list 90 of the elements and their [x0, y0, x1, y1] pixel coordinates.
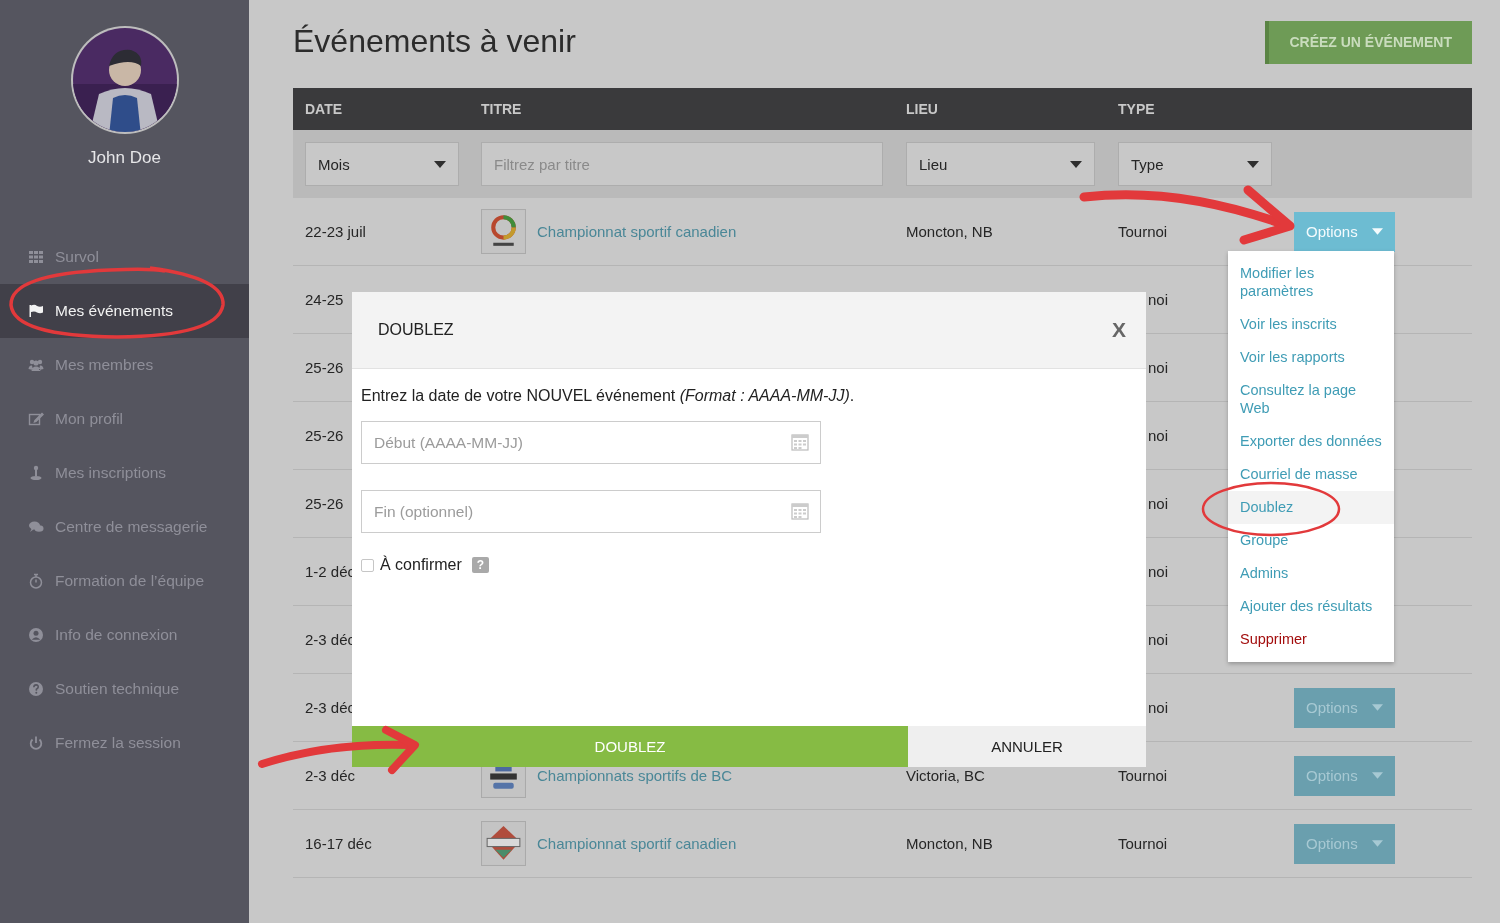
column-header: TYPE: [1117, 101, 1156, 117]
create-event-button[interactable]: CRÉEZ UN ÉVÉNEMENT: [1265, 20, 1472, 64]
column-header: DATE: [304, 101, 344, 117]
grid-icon: [28, 249, 44, 265]
type-cell: noi: [1148, 699, 1169, 716]
event-title-link[interactable]: Championnat sportif canadien: [537, 223, 737, 240]
date-field[interactable]: Début (AAAA-MM-JJ): [361, 421, 821, 464]
user-name: John Doe: [87, 148, 162, 168]
confirm-checkbox[interactable]: [361, 558, 374, 572]
caret-icon: [1371, 840, 1383, 847]
dialog-title: DOUBLEZ: [378, 321, 454, 339]
caret-icon: [1371, 772, 1383, 779]
column-header: LIEU: [905, 101, 939, 117]
menu-item[interactable]: Ajouter des résultats: [1228, 590, 1394, 623]
sidebar-item[interactable]: Formation de l’équipe: [0, 554, 249, 608]
event-title-link[interactable]: Championnat sportif canadien: [537, 835, 737, 852]
menu-item[interactable]: Admins: [1228, 557, 1394, 590]
type-cell: noi: [1148, 427, 1169, 444]
options-button[interactable]: Options: [1294, 211, 1395, 252]
sidebar-item[interactable]: Soutien technique: [0, 662, 249, 716]
filter-select[interactable]: Lieu: [906, 142, 1095, 186]
instruction-text: Entrez la date de votre NOUVEL événement (Format : AAAA-MM-JJ).: [361, 387, 856, 405]
confirm-label: À confirmer: [380, 556, 462, 574]
sidebar-item[interactable]: Mes membres: [0, 338, 249, 392]
emblem-logo-icon: [481, 821, 526, 866]
date-cell: 2-3 déc: [305, 767, 356, 784]
options-button[interactable]: Options: [1294, 755, 1395, 796]
type-cell: noi: [1148, 359, 1169, 376]
type-cell: Tournoi: [1118, 767, 1168, 784]
timer-icon: [28, 573, 44, 589]
date-cell: 25-26: [305, 427, 344, 444]
menu-item[interactable]: Voir les rapports: [1228, 341, 1394, 374]
menu-item[interactable]: Doublez: [1228, 491, 1394, 524]
date-cell: 25-26: [305, 495, 344, 512]
power-icon: [28, 735, 44, 751]
date-cell: 22-23 juil: [305, 223, 366, 240]
menu-item[interactable]: Groupe: [1228, 524, 1394, 557]
event-title-link[interactable]: Championnats sportifs de BC: [537, 767, 733, 784]
location-cell: Moncton, NB: [906, 223, 993, 240]
calendar-icon: [791, 433, 809, 451]
users-icon: [28, 357, 44, 373]
date-cell: 24-25: [305, 291, 344, 308]
sidebar-item[interactable]: Mes événements: [0, 284, 249, 338]
close-button[interactable]: X: [1106, 318, 1132, 342]
type-cell: noi: [1148, 563, 1169, 580]
type-cell: noi: [1148, 631, 1169, 648]
calendar-icon: [791, 502, 809, 520]
options-button[interactable]: Options: [1294, 823, 1395, 864]
type-cell: noi: [1148, 291, 1169, 308]
pin-icon: [28, 465, 44, 481]
date-cell: 25-26: [305, 359, 344, 376]
user-icon: [28, 627, 44, 643]
menu-item[interactable]: Exporter des données: [1228, 425, 1394, 458]
help-icon: [28, 681, 44, 697]
edit-icon: [28, 411, 44, 427]
cancel-button[interactable]: ANNULER: [908, 726, 1146, 767]
column-header: TITRE: [480, 101, 523, 117]
caret-icon: [1371, 704, 1383, 711]
type-cell: Tournoi: [1118, 223, 1168, 240]
caret-icon: [434, 160, 446, 168]
caret-icon: [1371, 228, 1383, 235]
sidebar-item[interactable]: Fermez la session: [0, 716, 249, 770]
sidebar-item[interactable]: Mes inscriptions: [0, 446, 249, 500]
filter-select[interactable]: Mois: [305, 142, 459, 186]
sidebar-item[interactable]: Centre de messagerie: [0, 500, 249, 554]
type-cell: Tournoi: [1118, 835, 1168, 852]
title-filter-field[interactable]: Filtrez par titre: [481, 142, 883, 186]
menu-item[interactable]: Consultez la page Web: [1228, 374, 1394, 425]
chat-icon: [28, 519, 44, 535]
sidebar-item[interactable]: Info de connexion: [0, 608, 249, 662]
menu-item[interactable]: Voir les inscrits: [1228, 308, 1394, 341]
duplicate-button[interactable]: DOUBLEZ: [352, 726, 908, 767]
sidebar-item[interactable]: Mon profil: [0, 392, 249, 446]
caret-icon: [1247, 160, 1259, 168]
menu-item[interactable]: Supprimer: [1228, 623, 1394, 656]
type-cell: noi: [1148, 495, 1169, 512]
help-badge[interactable]: ?: [471, 557, 490, 573]
page-title: Événements à venir: [293, 22, 576, 61]
filter-select[interactable]: Type: [1118, 142, 1272, 186]
date-cell: 16-17 déc: [305, 835, 372, 852]
location-cell: Moncton, NB: [906, 835, 993, 852]
flag-icon: [28, 303, 44, 319]
date-field[interactable]: Fin (optionnel): [361, 490, 821, 533]
ring-logo-icon: [481, 209, 526, 254]
caret-icon: [1070, 160, 1082, 168]
options-button[interactable]: Options: [1294, 687, 1395, 728]
sidebar-item[interactable]: Survol: [0, 230, 249, 284]
location-cell: Victoria, BC: [906, 767, 985, 784]
menu-item[interactable]: Courriel de masse: [1228, 458, 1394, 491]
menu-item[interactable]: Modifier les paramètres: [1228, 257, 1394, 308]
